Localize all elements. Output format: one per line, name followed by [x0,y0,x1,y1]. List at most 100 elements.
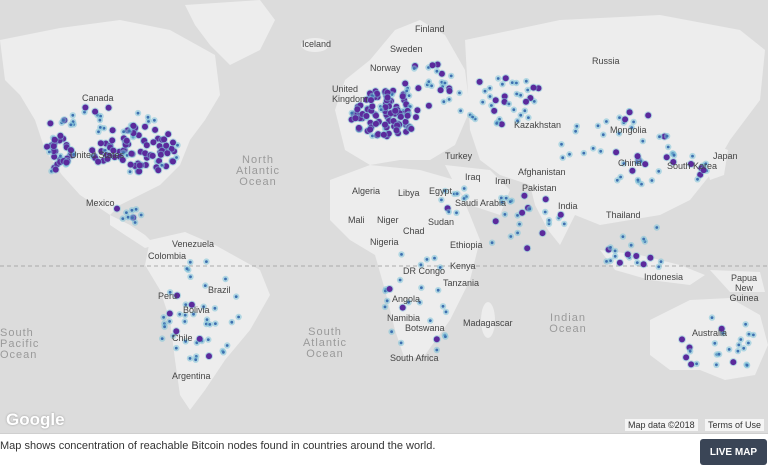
node-marker [462,187,466,190]
node-marker [150,139,157,146]
node-marker [441,304,445,308]
node-marker [471,115,474,119]
node-marker [157,151,164,158]
node-marker [62,118,65,122]
node-marker [446,88,453,94]
node-marker [136,111,140,115]
label-indonesia: Indonesia [644,272,684,282]
map-divider [0,433,768,434]
node-marker [369,103,376,110]
node-marker [440,198,443,202]
node-marker [130,122,137,129]
node-marker [379,108,383,111]
node-marker [152,126,159,133]
node-marker [196,335,203,342]
node-marker [747,332,751,336]
node-marker [516,231,519,235]
label-chad: Chad [403,226,425,236]
node-marker [225,344,229,347]
label-niger: Niger [377,215,399,225]
label-mongolia: Mongolia [610,125,647,135]
node-marker [404,112,411,119]
node-marker [435,69,439,73]
node-marker [679,336,685,343]
node-marker [626,109,633,116]
node-marker [730,359,737,366]
node-marker [523,109,527,113]
node-marker [605,260,608,263]
node-marker [147,120,150,123]
label-chile: Chile [172,333,193,343]
node-marker [400,253,403,256]
node-marker [134,207,138,211]
node-marker [355,124,362,131]
map-caption: Map shows concentration of reachable Bit… [0,440,436,452]
node-marker [105,104,112,111]
node-marker [508,200,512,204]
label-india: India [558,201,578,211]
node-marker [526,88,530,92]
node-marker [170,158,176,165]
label-japan: Japan [713,151,738,161]
label-united-kingdom: United Kingdom [332,84,368,104]
north-america-landmass [0,20,220,215]
node-marker [710,316,714,319]
world-map[interactable]: North Atlantic Ocean South Atlantic Ocea… [0,0,768,433]
node-marker [63,159,70,166]
node-marker [502,75,509,82]
label-saudi-arabia: Saudi Arabia [455,198,507,208]
node-marker [616,259,623,266]
node-marker [380,131,387,138]
label-united-states: United States [70,150,125,160]
node-marker [57,132,64,139]
node-marker [420,286,423,290]
label-iraq: Iraq [465,172,481,182]
node-marker [131,216,134,220]
label-angola: Angola [392,294,421,304]
node-marker [575,124,579,128]
node-marker [430,84,433,88]
node-marker [408,125,415,132]
node-marker [601,133,605,137]
node-marker [149,152,156,159]
node-marker [629,243,633,247]
node-marker [425,258,429,261]
live-map-button[interactable]: LIVE MAP [700,439,767,465]
node-marker [515,81,518,85]
node-marker [125,211,128,215]
node-marker [354,106,361,113]
ocean-label-indian: Indian Ocean [549,312,587,335]
node-marker [92,108,99,115]
node-marker [428,319,432,322]
node-marker [194,358,198,362]
node-marker [696,177,699,181]
node-marker [642,161,649,168]
node-marker [397,113,404,120]
node-marker [214,322,217,325]
node-marker [615,178,619,182]
node-marker [488,86,492,90]
label-turkey: Turkey [445,151,473,161]
node-marker [166,310,173,317]
node-marker [524,79,528,83]
node-marker [691,154,694,158]
node-marker [613,249,617,253]
node-marker [352,115,359,122]
label-mexico: Mexico [86,198,115,208]
node-marker [519,113,523,117]
node-marker [414,107,421,114]
node-marker [139,213,143,217]
node-marker [657,265,661,269]
node-marker [160,163,164,167]
node-marker [50,143,57,150]
label-egypt: Egypt [429,186,453,196]
node-marker [442,100,446,104]
node-marker [399,341,403,345]
node-marker [208,323,212,326]
terms-of-use-link[interactable]: Terms of Use [705,419,765,431]
node-marker [435,348,439,352]
node-marker [433,256,436,260]
node-marker [737,343,741,347]
node-marker [492,218,499,225]
node-marker [745,363,749,367]
